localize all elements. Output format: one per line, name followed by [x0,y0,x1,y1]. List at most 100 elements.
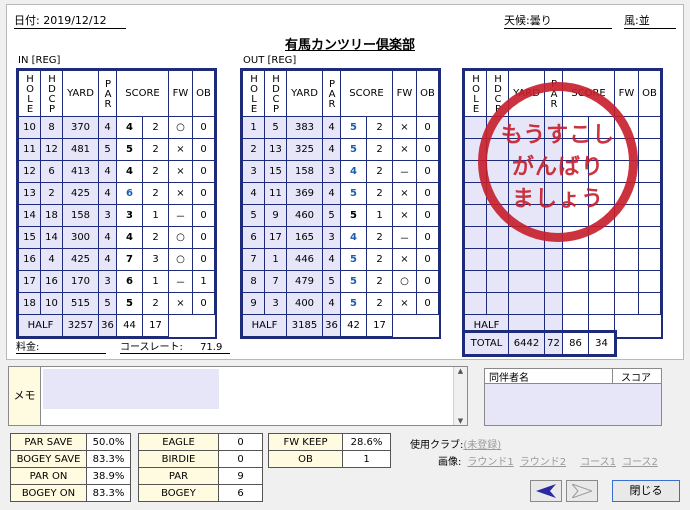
prev-button[interactable] [530,480,562,502]
empty-cell [638,226,661,249]
out-fw: × [392,182,417,205]
in-hdcp: 12 [40,138,63,161]
stat-value: 6 [218,484,263,502]
image-link-round1[interactable]: ラウンド1 [467,457,513,468]
in-putt: 2 [142,292,169,315]
out-score: 5 [340,204,367,227]
in-par: 4 [98,248,117,271]
empty-cell [508,270,545,293]
col-fw: FW [392,70,417,117]
stat-value: 38.9% [86,467,131,485]
companions-body [485,384,661,425]
hole-row: 10 8 370 4 4 2 ○ 0 [18,116,215,139]
in-yard: 515 [62,292,99,315]
in-half-spacer [169,315,215,337]
weather-field: 天候:曇り [504,12,612,29]
empty-cell [588,248,615,271]
stat-row: BOGEY SAVE 83.3% [10,450,131,468]
in-yard: 300 [62,226,99,249]
col-score: SCORE [340,70,393,117]
out-section-label: OUT [REG] [243,55,297,66]
empty-cell [486,248,509,271]
total-par: 72 [544,332,563,355]
col-yard: YARD [62,70,99,117]
memo-input[interactable] [43,369,219,409]
next-button[interactable] [566,480,598,502]
empty-cell [562,270,589,293]
total-table: TOTAL 6442 72 86 34 [464,332,615,355]
in-yard: 370 [62,116,99,139]
companions-list[interactable]: 同伴者名 スコア [484,368,662,426]
scroll-up-icon[interactable]: ▲ [454,367,467,375]
out-putt: 2 [366,248,393,271]
hole-row: 16 4 425 4 7 3 ○ 0 [18,248,215,271]
out-fw: × [392,292,417,315]
empty-cell [638,270,661,293]
empty-cell [638,160,661,183]
companion-score-header[interactable]: スコア [613,369,661,384]
club-value[interactable]: (未登録) [463,440,501,451]
in-putt: 2 [142,226,169,249]
close-button[interactable]: 閉じる [612,480,680,502]
in-hdcp: 8 [40,116,63,139]
out-par: 4 [322,116,341,139]
out-half-yard: 3185 [286,314,323,337]
out-score: 5 [340,270,367,293]
scroll-down-icon[interactable]: ▼ [454,417,467,425]
hole-row: 15 14 300 4 4 2 ○ 0 [18,226,215,249]
stat-label: BOGEY ON [10,484,87,502]
hole-row: 2 13 325 4 5 2 × 0 [242,138,439,161]
out-hole-number: 4 [242,182,265,205]
hole-row: 3 15 158 3 4 2 － 0 [242,160,439,183]
in-fw: ○ [168,116,193,139]
in-score: 5 [116,292,143,315]
out-par: 3 [322,226,341,249]
out-putt: 2 [366,138,393,161]
image-link-course2[interactable]: コース2 [622,457,658,468]
stat-row: BOGEY ON 83.3% [10,484,131,502]
out-score-table-frame: HOLE HDCP YARD PAR SCORE FW OB 1 5 383 4 5 2 ×… [240,68,441,339]
in-hdcp: 6 [40,160,63,183]
in-hole-number: 12 [18,160,41,183]
in-ob: 0 [192,138,215,161]
in-fw: － [168,270,193,293]
out-hdcp: 11 [264,182,287,205]
hole-row: 8 7 479 5 5 2 ○ 0 [242,270,439,293]
stat-value: 0 [218,433,263,451]
empty-cell [544,292,563,315]
col-hole: HOLE [242,70,265,117]
out-par: 4 [322,292,341,315]
hole-row: 18 10 515 5 5 2 × 0 [18,292,215,315]
image-link-course1[interactable]: コース1 [580,457,616,468]
in-hole-number: 15 [18,226,41,249]
memo-scrollbar[interactable]: ▲ ▼ [453,367,467,425]
empty-cell [562,248,589,271]
course-rate-value: 71.9 [200,342,223,353]
companion-name-header[interactable]: 同伴者名 [485,369,613,384]
stat-row: PAR SAVE 50.0% [10,433,131,451]
out-yard: 446 [286,248,323,271]
empty-cell [464,226,487,249]
out-putt: 1 [366,204,393,227]
in-fw: × [168,182,193,205]
stat-label: BOGEY [138,484,219,502]
in-par: 4 [98,182,117,205]
stat-label: PAR SAVE [10,433,87,451]
out-yard: 460 [286,204,323,227]
in-yard: 425 [62,248,99,271]
out-score: 5 [340,116,367,139]
hole-row: 9 3 400 4 5 2 × 0 [242,292,439,315]
stat-value: 83.3% [86,484,131,502]
in-yard: 158 [62,204,99,227]
image-label: 画像: [438,457,462,468]
in-ob: 0 [192,226,215,249]
image-link-round2[interactable]: ラウンド2 [520,457,566,468]
empty-cell [614,270,639,293]
empty-cell [638,292,661,315]
empty-cell [486,270,509,293]
fee-label: 料金: [16,342,40,353]
in-hdcp: 2 [40,182,63,205]
stat-label: EAGLE [138,433,219,451]
out-half-putt: 17 [366,314,393,337]
in-par: 4 [98,160,117,183]
